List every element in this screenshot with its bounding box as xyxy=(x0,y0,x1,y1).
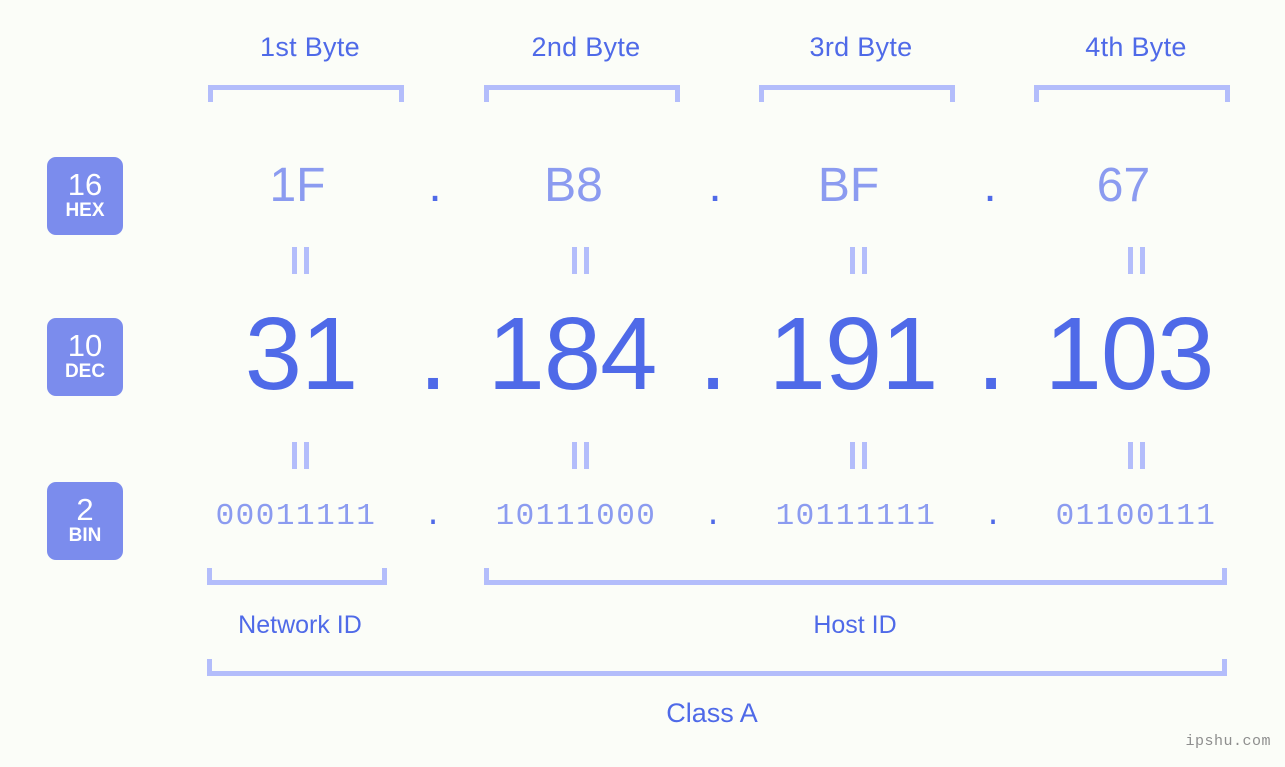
bin-byte-value-2: 10111000 xyxy=(495,499,657,534)
radix-badge-hex-name: HEX xyxy=(65,200,105,221)
class-label: Class A xyxy=(666,698,758,728)
byte-bracket-top-4 xyxy=(1034,85,1230,102)
dec-separator-3: . xyxy=(976,296,1006,411)
bin-byte-value-4: 01100111 xyxy=(1055,499,1217,534)
hex-byte-value-3: BF xyxy=(817,159,880,212)
hex-separator-3: . xyxy=(983,159,997,212)
radix-badge-dec-number: 10 xyxy=(67,328,103,363)
equals-icon-dec-bin-2 xyxy=(572,442,589,469)
hex-separator-2: . xyxy=(708,159,722,212)
radix-badge-dec-name: DEC xyxy=(64,361,106,382)
dec-byte-value-2: 184 xyxy=(487,296,658,411)
ip-address-breakdown-diagram: 1st Byte 2nd Byte 3rd Byte 4th Byte 16 H… xyxy=(0,0,1285,767)
dec-byte-value-3: 191 xyxy=(768,296,939,411)
dec-byte-value-4: 103 xyxy=(1044,296,1215,411)
equals-icon-hex-dec-3 xyxy=(850,247,867,274)
watermark: ipshu.com xyxy=(1185,733,1271,750)
byte-header-4: 4th Byte xyxy=(1085,32,1187,62)
bin-byte-value-3: 10111111 xyxy=(775,499,937,534)
radix-badge-dec: 10 DEC xyxy=(47,318,123,396)
network-id-bracket xyxy=(207,568,387,585)
dec-separator-2: . xyxy=(698,296,728,411)
hex-byte-value-2: B8 xyxy=(544,159,603,212)
bin-separator-1: . xyxy=(423,499,443,534)
radix-badge-bin-name: BIN xyxy=(68,525,102,546)
byte-bracket-top-2 xyxy=(484,85,680,102)
hex-byte-value-1: 1F xyxy=(269,159,326,212)
equals-icon-dec-bin-4 xyxy=(1128,442,1145,469)
radix-badge-bin-number: 2 xyxy=(76,492,94,527)
radix-badge-bin: 2 BIN xyxy=(47,482,123,560)
radix-badge-hex-number: 16 xyxy=(67,167,103,202)
byte-header-1: 1st Byte xyxy=(260,32,360,62)
bin-byte-value-1: 00011111 xyxy=(215,499,377,534)
dec-separator-1: . xyxy=(418,296,448,411)
bin-separator-3: . xyxy=(983,499,1003,534)
class-bracket xyxy=(207,659,1227,676)
host-id-label: Host ID xyxy=(813,611,897,639)
equals-icon-dec-bin-1 xyxy=(292,442,309,469)
equals-icon-dec-bin-3 xyxy=(850,442,867,469)
byte-header-2: 2nd Byte xyxy=(531,32,641,62)
network-id-label: Network ID xyxy=(238,611,362,639)
equals-icon-hex-dec-1 xyxy=(292,247,309,274)
hex-byte-value-4: 67 xyxy=(1096,159,1151,212)
bin-separator-2: . xyxy=(703,499,723,534)
host-id-bracket xyxy=(484,568,1227,585)
byte-bracket-top-3 xyxy=(759,85,955,102)
dec-byte-value-1: 31 xyxy=(244,296,359,411)
equals-icon-hex-dec-4 xyxy=(1128,247,1145,274)
byte-bracket-top-1 xyxy=(208,85,404,102)
hex-separator-1: . xyxy=(428,159,442,212)
byte-header-3: 3rd Byte xyxy=(809,32,913,62)
equals-icon-hex-dec-2 xyxy=(572,247,589,274)
radix-badge-hex: 16 HEX xyxy=(47,157,123,235)
